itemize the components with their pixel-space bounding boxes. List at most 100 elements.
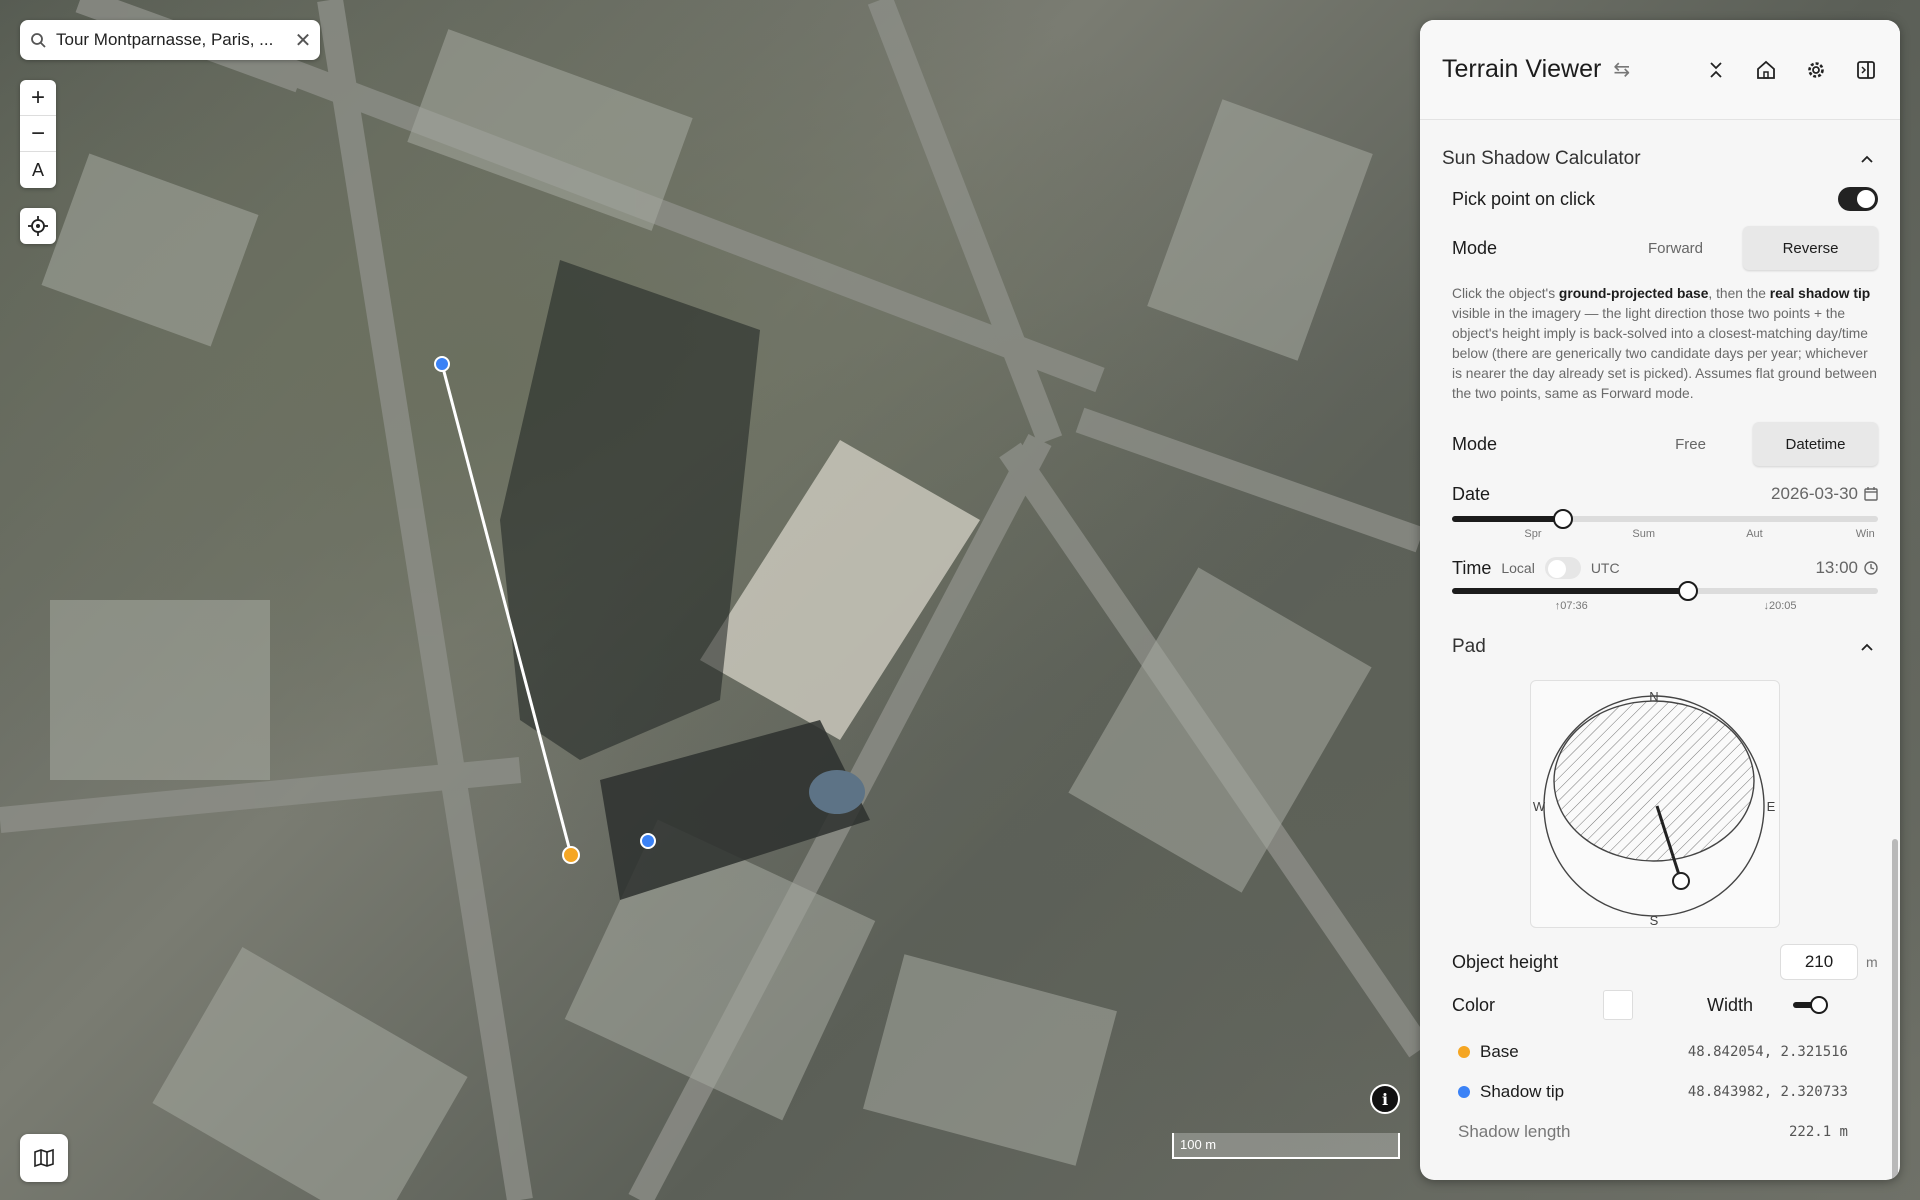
desc-part-3: visible in the imagery — the light direc… <box>1452 306 1877 401</box>
location-marker[interactable] <box>640 833 656 849</box>
chevron-up-icon[interactable] <box>1856 148 1878 170</box>
color-label: Color <box>1452 994 1496 1015</box>
compass-n: N <box>1649 689 1658 704</box>
mode-datetime-option[interactable]: Datetime <box>1753 422 1878 466</box>
mode-description: Click the object's ground-projected base… <box>1442 284 1878 404</box>
time-slider-fill <box>1452 588 1689 594</box>
desc-bold-2: real shadow tip <box>1769 286 1871 301</box>
search-input[interactable] <box>56 30 286 50</box>
swap-icon[interactable]: ⇆ <box>1613 57 1630 82</box>
date-tick-aut: Aut <box>1746 528 1763 540</box>
compass-e: E <box>1767 799 1776 814</box>
crosshair-icon <box>28 216 48 236</box>
clear-search-button[interactable]: ✕ <box>286 28 320 53</box>
time-slider[interactable]: ↑07:36 ↓20:05 <box>1442 581 1878 618</box>
width-slider[interactable] <box>1793 996 1831 1014</box>
panel-header: Terrain Viewer ⇆ <box>1420 20 1900 120</box>
time-utc-label: UTC <box>1590 560 1620 576</box>
mode-row: Mode Forward Reverse <box>1442 226 1878 270</box>
utc-toggle[interactable] <box>1544 557 1581 579</box>
panel-title: Terrain Viewer <box>1442 55 1602 83</box>
pick-point-toggle[interactable] <box>1838 187 1878 211</box>
desc-part-2: , then the <box>1708 286 1770 301</box>
object-height-label: Object height <box>1452 951 1559 972</box>
zoom-out-button[interactable]: − <box>20 116 56 152</box>
search-box: ✕ <box>20 20 320 60</box>
scale-bar-label: 100 m <box>1180 1137 1217 1152</box>
time-tick-sunset: ↓20:05 <box>1763 600 1797 612</box>
pick-point-row: Pick point on click <box>1442 184 1878 214</box>
chevron-up-icon[interactable] <box>1856 636 1878 658</box>
sun-direction-pad[interactable]: N S W E <box>1530 680 1780 928</box>
compass-w: W <box>1533 799 1546 814</box>
object-height-input[interactable] <box>1780 944 1858 980</box>
mode-reverse-option[interactable]: Reverse <box>1743 226 1878 270</box>
date-tick-sum: Sum <box>1632 528 1655 540</box>
panel-toggle-icon[interactable] <box>1854 58 1878 82</box>
section-title: Sun Shadow Calculator <box>1442 148 1641 169</box>
collapse-icon[interactable] <box>1704 58 1728 82</box>
time-value-field[interactable]: 13:00 <box>1815 558 1878 578</box>
zoom-in-button[interactable]: + <box>20 80 56 116</box>
date-ticks: Spr Sum Aut Win <box>1452 528 1878 546</box>
compass-s: S <box>1650 913 1659 928</box>
locate-button[interactable] <box>20 208 56 244</box>
pad-section-header[interactable]: Pad <box>1442 632 1878 662</box>
shadow-length-label: Shadow length <box>1458 1122 1571 1141</box>
mode2-segmented-control: Free Datetime <box>1628 422 1878 466</box>
shadow-tip-marker[interactable] <box>434 356 450 372</box>
gear-icon[interactable] <box>1804 58 1828 82</box>
time-ticks: ↑07:36 ↓20:05 <box>1452 600 1878 618</box>
mode2-row: Mode Free Datetime <box>1442 422 1878 466</box>
mode-forward-option[interactable]: Forward <box>1608 226 1743 270</box>
terrain-viewer-panel: Terrain Viewer ⇆ Sun Shadow Calculator P… <box>1420 20 1900 1180</box>
date-label: Date <box>1452 483 1491 504</box>
base-coord-row: Base 48.842054, 2.321516 <box>1442 1032 1878 1072</box>
date-value: 2026-03-30 <box>1771 484 1858 503</box>
tip-coord-row: Shadow tip 48.843982, 2.320733 <box>1442 1072 1878 1112</box>
home-icon[interactable] <box>1754 58 1778 82</box>
date-tick-win: Win <box>1855 528 1875 540</box>
map-icon <box>34 1148 54 1168</box>
tip-coord: 48.843982, 2.320733 <box>1687 1084 1848 1100</box>
mode-segmented-control: Forward Reverse <box>1608 226 1878 270</box>
base-marker[interactable] <box>562 846 580 864</box>
compass-reset-button[interactable]: A <box>20 152 56 188</box>
tip-dot-icon <box>1458 1086 1470 1098</box>
date-slider-track[interactable] <box>1452 509 1878 529</box>
shadow-length-row: Shadow length 222.1 m <box>1442 1112 1878 1152</box>
panel-scrollbar[interactable] <box>1892 839 1898 1180</box>
time-slider-track[interactable] <box>1452 581 1878 601</box>
mode2-label: Mode <box>1452 433 1498 454</box>
color-width-row: Color Width <box>1442 990 1878 1020</box>
base-coord: 48.842054, 2.321516 <box>1687 1044 1848 1060</box>
time-slider-thumb[interactable] <box>1678 581 1699 601</box>
section-header-sun-shadow[interactable]: Sun Shadow Calculator <box>1442 144 1878 174</box>
object-height-unit: m <box>1866 954 1878 970</box>
date-value-field[interactable]: 2026-03-30 <box>1771 484 1878 504</box>
pad-handle[interactable] <box>1672 872 1690 890</box>
mode-free-option[interactable]: Free <box>1628 422 1753 466</box>
info-button[interactable]: i <box>1370 1084 1400 1114</box>
width-slider-thumb[interactable] <box>1810 996 1829 1014</box>
base-label: Base <box>1480 1042 1519 1061</box>
width-label: Width <box>1707 994 1754 1015</box>
tip-label: Shadow tip <box>1480 1082 1565 1101</box>
date-row: Date 2026-03-30 <box>1442 480 1878 508</box>
time-row: Time Local UTC 13:00 <box>1442 554 1878 582</box>
clock-icon <box>1864 561 1878 575</box>
layers-button[interactable] <box>20 1134 68 1182</box>
color-swatch[interactable] <box>1603 990 1634 1020</box>
time-local-label: Local <box>1501 560 1535 576</box>
date-slider[interactable]: Spr Sum Aut Win <box>1442 509 1878 546</box>
time-tick-sunrise: ↑07:36 <box>1554 600 1588 612</box>
desc-part-1: Click the object's <box>1452 286 1559 301</box>
desc-bold-1: ground-projected base <box>1558 286 1709 301</box>
scale-bar: 100 m <box>1172 1133 1400 1159</box>
mode-label: Mode <box>1452 237 1498 258</box>
date-slider-thumb[interactable] <box>1552 509 1573 529</box>
date-tick-spr: Spr <box>1524 528 1542 540</box>
object-height-row: Object height m <box>1442 944 1878 980</box>
shadow-length-value: 222.1 m <box>1788 1124 1848 1140</box>
calendar-icon <box>1864 487 1878 501</box>
